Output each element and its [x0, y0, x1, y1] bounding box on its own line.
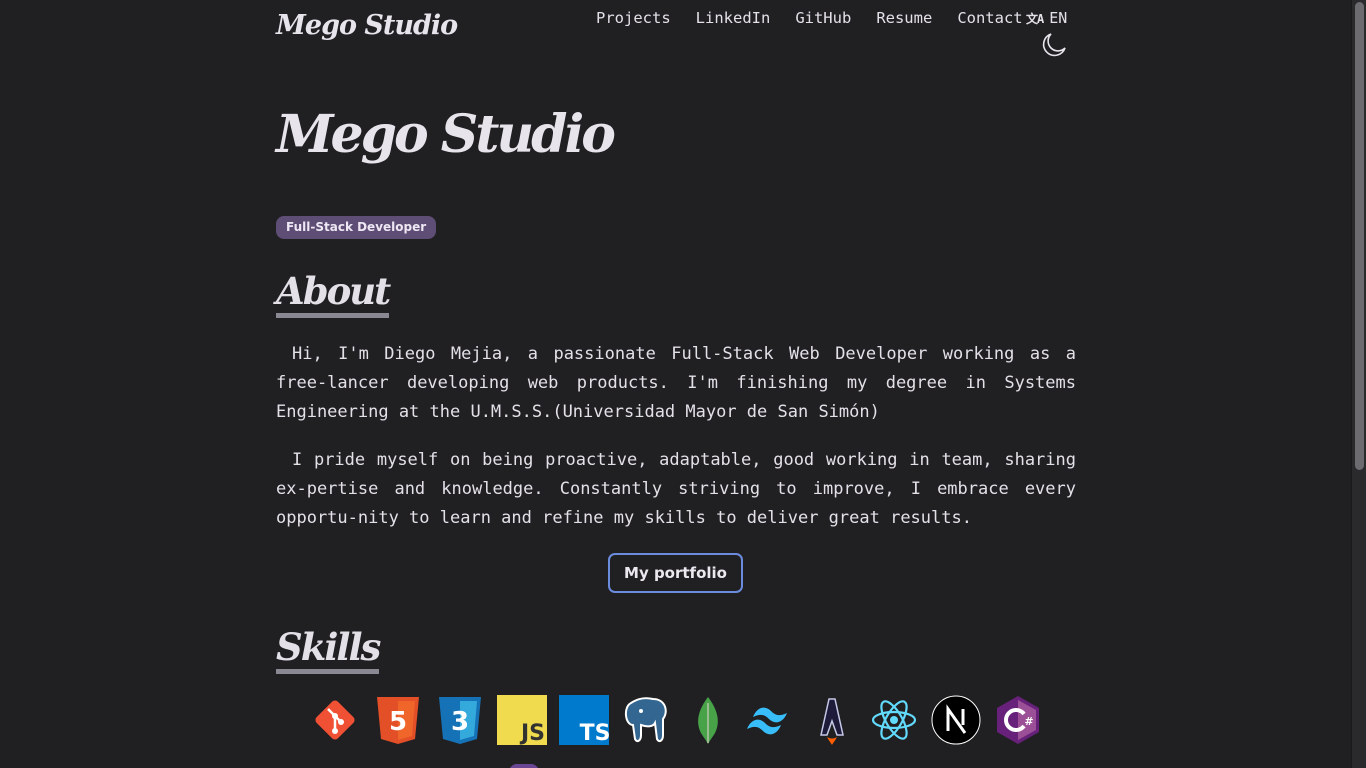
svg-text:JS: JS — [519, 721, 545, 745]
language-switcher[interactable]: 文A EN — [1026, 9, 1067, 27]
skills-list: 5 3 JS TS # — [310, 695, 1050, 745]
nav-link-github[interactable]: GitHub — [795, 9, 851, 27]
typescript-icon: TS — [559, 695, 609, 745]
svg-text:TS: TS — [580, 721, 609, 745]
nextjs-icon — [931, 695, 981, 745]
css3-icon: 3 — [435, 695, 485, 745]
about-heading: About — [276, 272, 391, 318]
skills-heading: Skills — [276, 628, 381, 674]
nav-link-resume[interactable]: Resume — [876, 9, 932, 27]
svg-text:#: # — [1024, 715, 1033, 728]
javascript-icon: JS — [497, 695, 547, 745]
role-badge: Full-Stack Developer — [276, 216, 437, 239]
language-label: EN — [1049, 9, 1068, 27]
hero-title: Mego Studio — [276, 104, 616, 165]
translate-icon: 文A — [1026, 11, 1044, 26]
page-scrollbar[interactable] — [1351, 0, 1366, 768]
portfolio-button[interactable]: My portfolio — [608, 553, 743, 593]
theme-toggle-button[interactable] — [1040, 31, 1068, 59]
about-paragraph-1: Hi, I'm Diego Mejia, a passionate Full-S… — [276, 344, 1076, 422]
react-icon — [869, 695, 919, 745]
nav-link-projects[interactable]: Projects — [596, 9, 671, 27]
more-skill-icon — [509, 764, 539, 768]
postgresql-icon — [621, 695, 671, 745]
git-icon — [310, 695, 360, 745]
brand-logo[interactable]: Mego Studio — [276, 10, 458, 41]
about-paragraph-2: I pride myself on being proactive, adapt… — [276, 450, 1076, 528]
svg-text:5: 5 — [389, 707, 407, 737]
main-nav: Projects LinkedIn GitHub Resume Contact — [596, 9, 1048, 27]
html5-icon: 5 — [373, 695, 423, 745]
nav-link-linkedin[interactable]: LinkedIn — [696, 9, 771, 27]
tailwindcss-icon — [745, 695, 795, 745]
mongodb-icon — [683, 695, 733, 745]
astro-icon — [807, 695, 857, 745]
svg-text:3: 3 — [451, 707, 469, 737]
csharp-icon: # — [993, 695, 1043, 745]
moon-icon — [1042, 33, 1066, 57]
nav-link-contact[interactable]: Contact — [957, 9, 1022, 27]
scrollbar-thumb[interactable] — [1355, 2, 1364, 470]
